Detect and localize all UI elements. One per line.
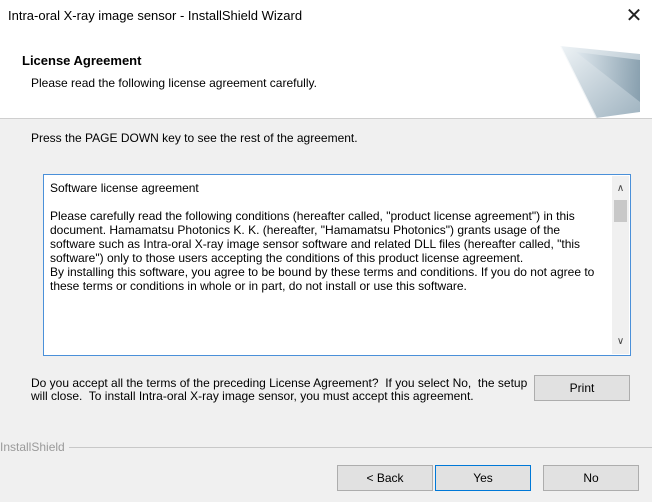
back-button[interactable]: < Back (337, 465, 433, 491)
scroll-thumb[interactable] (614, 200, 627, 222)
installshield-footer: InstallShield (0, 440, 652, 454)
no-button[interactable]: No (543, 465, 639, 491)
scroll-up-icon[interactable]: ∧ (612, 180, 629, 197)
wizard-header-graphic (559, 45, 640, 118)
wizard-header: License Agreement Please read the follow… (0, 32, 652, 119)
yes-button[interactable]: Yes (435, 465, 531, 491)
footer-divider (0, 447, 652, 448)
vertical-scrollbar[interactable]: ∧ ∨ (612, 176, 629, 354)
window-title: Intra-oral X-ray image sensor - InstallS… (8, 8, 303, 23)
close-icon[interactable]: ✕ (620, 2, 648, 30)
page-title: License Agreement (22, 53, 142, 68)
installshield-brand: InstallShield (0, 440, 69, 454)
title-bar: Intra-oral X-ray image sensor - InstallS… (0, 0, 652, 32)
scroll-down-icon[interactable]: ∨ (612, 333, 629, 350)
page-subtitle: Please read the following license agreem… (31, 76, 317, 90)
page-down-instruction: Press the PAGE DOWN key to see the rest … (31, 131, 358, 145)
license-text-area[interactable]: Software license agreement Please carefu… (43, 174, 631, 356)
print-button[interactable]: Print (534, 375, 630, 401)
accept-question: Do you accept all the terms of the prece… (31, 376, 531, 403)
license-text: Software license agreement Please carefu… (50, 181, 595, 293)
dialog-body: Press the PAGE DOWN key to see the rest … (0, 119, 652, 502)
